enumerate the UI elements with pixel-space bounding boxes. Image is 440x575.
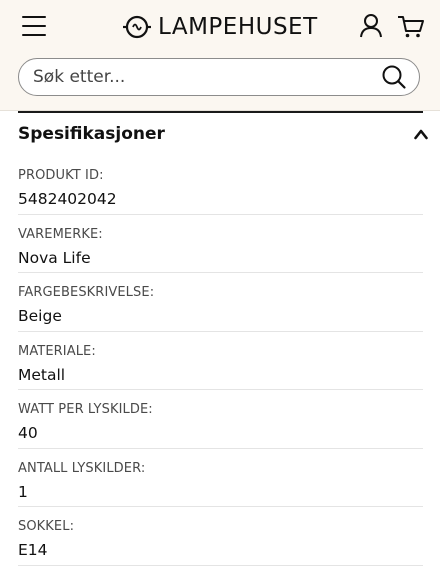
spec-row-product-id: PRODUKT ID: 5482402042 <box>18 156 423 215</box>
spec-label: ANTALL LYSKILDER: <box>18 460 146 476</box>
account-button[interactable] <box>358 12 384 40</box>
spec-value: Nova Life <box>18 248 91 267</box>
search-bar <box>18 58 420 96</box>
spec-value: Metall <box>18 365 66 384</box>
spec-row-socket: SOKKEL: E14 <box>18 507 423 566</box>
spec-row-material: MATERIALE: Metall <box>18 332 423 390</box>
spec-row-light-count: ANTALL LYSKILDER: 1 <box>18 449 423 507</box>
cart-button[interactable] <box>396 12 426 40</box>
spec-value: 40 <box>18 424 38 442</box>
hamburger-menu-icon <box>22 16 46 18</box>
spec-list: PRODUKT ID: 5482402042 VAREMERKE: Nova L… <box>18 156 423 566</box>
spec-value: Beige <box>18 307 62 325</box>
chevron-up-icon <box>414 129 428 140</box>
spec-value: 1 <box>18 482 28 501</box>
search-input[interactable] <box>33 59 363 95</box>
user-icon <box>360 14 382 38</box>
specifications-toggle[interactable]: Spesifikasjoner <box>18 120 428 150</box>
search-icon[interactable] <box>381 64 407 90</box>
hamburger-menu-icon-line <box>22 34 46 36</box>
spec-value: 5482402042 <box>18 190 117 208</box>
hamburger-menu-icon-line <box>22 25 46 27</box>
site-header: LAMPEHUSET <box>0 0 440 111</box>
spec-value: E14 <box>18 541 48 559</box>
spec-label: PRODUKT ID: <box>18 168 104 183</box>
spec-label: VAREMERKE: <box>18 226 103 242</box>
shopping-cart-icon <box>398 16 424 38</box>
logo-text: LAMPEHUSET <box>158 14 318 40</box>
site-logo[interactable]: LAMPEHUSET <box>122 12 318 42</box>
spec-row-brand: VAREMERKE: Nova Life <box>18 215 423 273</box>
section-title: Spesifikasjoner <box>18 124 165 144</box>
spec-label: SOKKEL: <box>18 519 75 534</box>
menu-button[interactable] <box>16 12 52 40</box>
lightbulb-logo-icon <box>123 15 151 39</box>
spec-label: FARGEBESKRIVELSE: <box>18 285 155 300</box>
spec-row-watt: WATT PER LYSKILDE: 40 <box>18 390 423 449</box>
spec-label: WATT PER LYSKILDE: <box>18 402 153 417</box>
section-divider <box>18 111 423 113</box>
product-page: LAMPEHUSET Spesifikasjoner <box>0 0 440 575</box>
spec-row-color: FARGEBESKRIVELSE: Beige <box>18 273 423 332</box>
spec-label: MATERIALE: <box>18 343 96 359</box>
